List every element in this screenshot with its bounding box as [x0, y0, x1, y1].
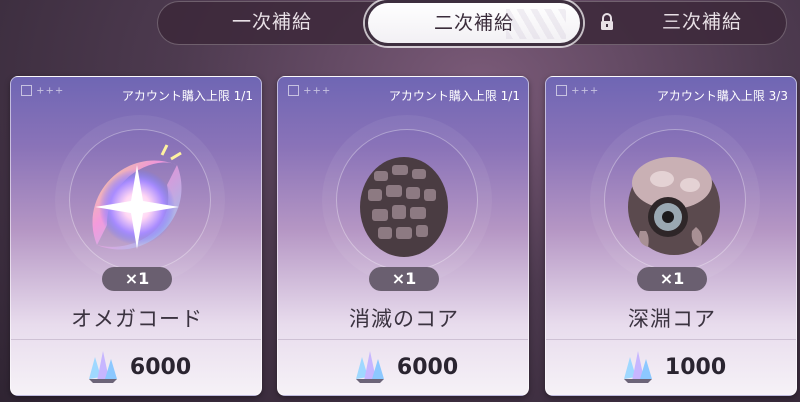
purchase-limit: アカウント購入上限 3/3 — [656, 89, 788, 103]
tab-decoration — [506, 9, 566, 39]
tab-third-supply[interactable]: 三次補給 — [607, 0, 797, 44]
price-row: 6000 — [278, 349, 528, 389]
item-price: 6000 — [396, 354, 459, 380]
card-divider — [546, 339, 796, 340]
crystal-gem-icon — [88, 351, 117, 383]
price-row: 6000 — [11, 349, 261, 389]
purchase-limit: アカウント購入上限 1/1 — [121, 89, 253, 103]
shop-card-omega-code[interactable]: +++ アカウント購入上限 1/1 ×1 オメガコード 6000 — [10, 76, 262, 396]
crystal-gem-icon — [355, 351, 384, 383]
item-price: 1000 — [664, 354, 727, 380]
shop-card-annihilation-core[interactable]: +++ アカウント購入上限 1/1 ×1 消滅のコア 6000 — [277, 76, 529, 396]
purchase-limit: アカウント購入上限 1/1 — [388, 89, 520, 103]
quantity-badge: ×1 — [637, 267, 707, 291]
card-divider — [11, 339, 261, 340]
shop-card-abyss-core[interactable]: +++ アカウント購入上限 3/3 ×1 深淵コア 1000 — [545, 76, 797, 396]
tab-first-supply[interactable]: 一次補給 — [177, 0, 367, 44]
item-name: 消滅のコア — [349, 307, 459, 331]
tab-second-supply[interactable]: 二次補給 — [365, 0, 583, 46]
omega-code-icon — [92, 144, 182, 250]
card-decoration: +++ — [21, 85, 71, 105]
item-name: 深淵コア — [628, 307, 716, 331]
item-name: オメガコード — [71, 307, 203, 331]
annihilation-core-icon — [360, 157, 448, 257]
card-decoration: +++ — [556, 85, 606, 105]
card-divider — [278, 339, 528, 340]
crystal-gem-icon — [623, 351, 652, 383]
card-decoration: +++ — [288, 85, 338, 105]
item-price: 6000 — [129, 354, 192, 380]
price-row: 1000 — [546, 349, 796, 389]
quantity-badge: ×1 — [369, 267, 439, 291]
tab-second-supply-label: 二次補給 — [433, 12, 514, 34]
abyss-core-icon — [628, 157, 720, 255]
quantity-badge: ×1 — [102, 267, 172, 291]
